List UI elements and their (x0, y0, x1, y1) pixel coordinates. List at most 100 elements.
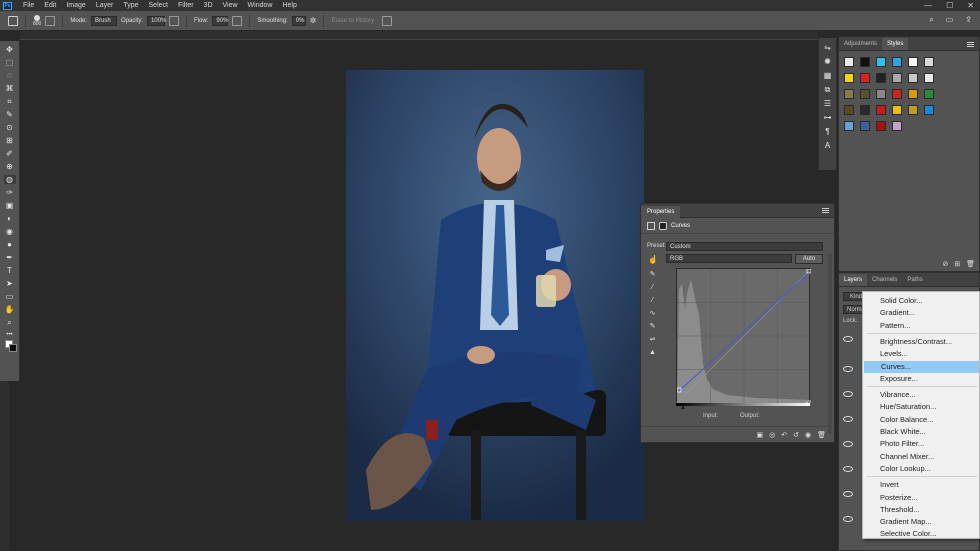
properties-panel-icon[interactable]: ☰ (822, 99, 834, 108)
style-swatch[interactable] (924, 57, 934, 67)
close-icon[interactable]: ✕ (967, 0, 974, 11)
airbrush-icon[interactable] (232, 15, 243, 26)
menu-item-black-white[interactable]: Black White... (863, 426, 979, 438)
brush-panel-toggle-icon[interactable] (45, 15, 56, 26)
menu-item-channel-mixer[interactable]: Channel Mixer... (863, 451, 979, 463)
menu-item-brightness-contrast[interactable]: Brightness/Contrast... (863, 336, 979, 348)
visibility-eye-icon[interactable] (843, 391, 853, 397)
adjust-panel-icon[interactable]: ⊶ (822, 113, 834, 122)
toggle-visibility-icon[interactable]: ◉ (805, 431, 811, 439)
swatches-panel-icon[interactable]: ▦ (822, 71, 834, 80)
spot-healing-tool-icon[interactable]: ⊙ (4, 123, 16, 132)
channel-select[interactable]: RGB (666, 254, 792, 263)
gray-point-eyedropper-icon[interactable]: ⁄ (648, 283, 657, 292)
preset-select[interactable]: Custom (666, 242, 823, 251)
panel-menu-icon[interactable] (822, 208, 829, 213)
menu-select[interactable]: Select (144, 0, 173, 11)
style-swatch[interactable] (876, 121, 886, 131)
draw-curve-icon[interactable]: ✎ (648, 322, 657, 331)
reset-icon[interactable]: ↶ (781, 431, 787, 439)
pen-tool-icon[interactable]: ◉ (4, 227, 16, 236)
black-point-eyedropper-icon[interactable]: ✎ (648, 270, 657, 279)
menu-item-selective-color[interactable]: Selective Color... (863, 528, 979, 540)
smoothing-options-gear-icon[interactable]: ✲ (310, 16, 317, 25)
tab-layers[interactable]: Layers (839, 274, 868, 286)
visibility-eye-icon[interactable] (843, 366, 853, 372)
tab-adjustments[interactable]: Adjustments (839, 38, 882, 50)
menu-item-color-balance[interactable]: Color Balance... (863, 414, 979, 426)
pressure-size-icon[interactable] (382, 15, 393, 26)
style-swatch[interactable] (908, 73, 918, 83)
eraser-tool-icon[interactable] (8, 15, 18, 26)
pressure-opacity-icon[interactable] (169, 15, 180, 26)
lasso-tool-icon[interactable]: ◌ (4, 71, 16, 80)
auto-button[interactable]: Auto (795, 254, 823, 264)
style-swatch[interactable] (908, 105, 918, 115)
erase-to-history-checkbox[interactable]: Erase to History (331, 18, 374, 24)
menu-item-color-lookup[interactable]: Color Lookup... (863, 463, 979, 475)
tab-styles[interactable]: Styles (882, 38, 909, 50)
menu-item-threshold[interactable]: Threshold... (863, 504, 979, 516)
visibility-eye-icon[interactable] (843, 491, 853, 497)
style-swatch[interactable] (892, 57, 902, 67)
eraser-tool-icon[interactable]: ◍ (3, 175, 16, 184)
properties-scrollbar[interactable] (828, 254, 832, 434)
style-swatch[interactable] (924, 105, 934, 115)
smooth-curve-icon[interactable]: ⇌ (648, 335, 657, 344)
edit-toolbar-icon[interactable]: ••• (4, 331, 16, 340)
blur-tool-icon[interactable]: ▣ (4, 201, 16, 210)
menu-3d[interactable]: 3D (199, 0, 218, 11)
style-swatch[interactable] (860, 57, 870, 67)
brush-preset-picker[interactable]: 800 (33, 14, 41, 27)
style-swatch[interactable] (908, 57, 918, 67)
style-swatch[interactable] (924, 73, 934, 83)
eyedropper-tool-icon[interactable]: ✎ (4, 110, 16, 119)
black-slider-triangle[interactable]: ▲ (680, 405, 686, 411)
path-selection-tool-icon[interactable]: ➤ (4, 279, 16, 288)
menu-item-hue-saturation[interactable]: Hue/Saturation... (863, 401, 979, 413)
character-panel-icon[interactable]: A (822, 141, 834, 150)
white-point-eyedropper-icon[interactable]: ⁄ (648, 296, 657, 305)
menu-item-curves[interactable]: Curves... (864, 360, 979, 373)
color-panel-icon[interactable]: ✺ (822, 57, 834, 66)
style-swatch[interactable] (876, 73, 886, 83)
flow-field[interactable]: 90% (212, 15, 228, 26)
freeform-pen-tool-icon[interactable]: ✒ (4, 253, 16, 262)
background-color-swatch[interactable] (9, 344, 17, 352)
menu-edit[interactable]: Edit (39, 0, 61, 11)
style-swatch[interactable] (924, 89, 934, 99)
menu-view[interactable]: View (218, 0, 243, 11)
minimize-icon[interactable]: — (924, 0, 932, 11)
tab-properties[interactable]: Properties (641, 206, 681, 218)
style-swatch[interactable] (908, 89, 918, 99)
menu-help[interactable]: Help (277, 0, 301, 11)
menu-window[interactable]: Window (243, 0, 278, 11)
style-swatch[interactable] (892, 105, 902, 115)
style-swatch[interactable] (892, 121, 902, 131)
style-swatch[interactable] (876, 89, 886, 99)
style-swatch[interactable] (860, 89, 870, 99)
share-icon[interactable]: ⇪ (965, 15, 972, 25)
style-swatch[interactable] (876, 105, 886, 115)
menu-file[interactable]: File (18, 0, 39, 11)
mode-select[interactable]: Brush (91, 15, 118, 26)
style-swatch[interactable] (844, 89, 854, 99)
style-swatch[interactable] (844, 121, 854, 131)
menu-item-solid-color[interactable]: Solid Color... (863, 295, 979, 307)
menu-layer[interactable]: Layer (91, 0, 119, 11)
delete-icon[interactable]: 🗑 (817, 431, 826, 439)
delete-style-icon[interactable]: 🗑 (966, 260, 975, 268)
hand-tool-icon[interactable]: ✋ (4, 305, 16, 314)
move-tool-icon[interactable]: ✥ (4, 45, 16, 54)
on-image-adjust-icon[interactable]: ☝ (648, 255, 658, 264)
reset-defaults-icon[interactable]: ↺ (793, 431, 799, 439)
style-swatch[interactable] (876, 57, 886, 67)
curves-graph[interactable] (676, 268, 812, 404)
style-swatch[interactable] (892, 73, 902, 83)
visibility-eye-icon[interactable] (843, 516, 853, 522)
clear-style-icon[interactable]: ⊘ (942, 260, 948, 268)
libraries-panel-icon[interactable]: ⧉ (822, 85, 834, 94)
opacity-field[interactable]: 100% (147, 15, 166, 26)
layer-mask-icon[interactable] (659, 221, 667, 230)
style-swatch[interactable] (844, 105, 854, 115)
